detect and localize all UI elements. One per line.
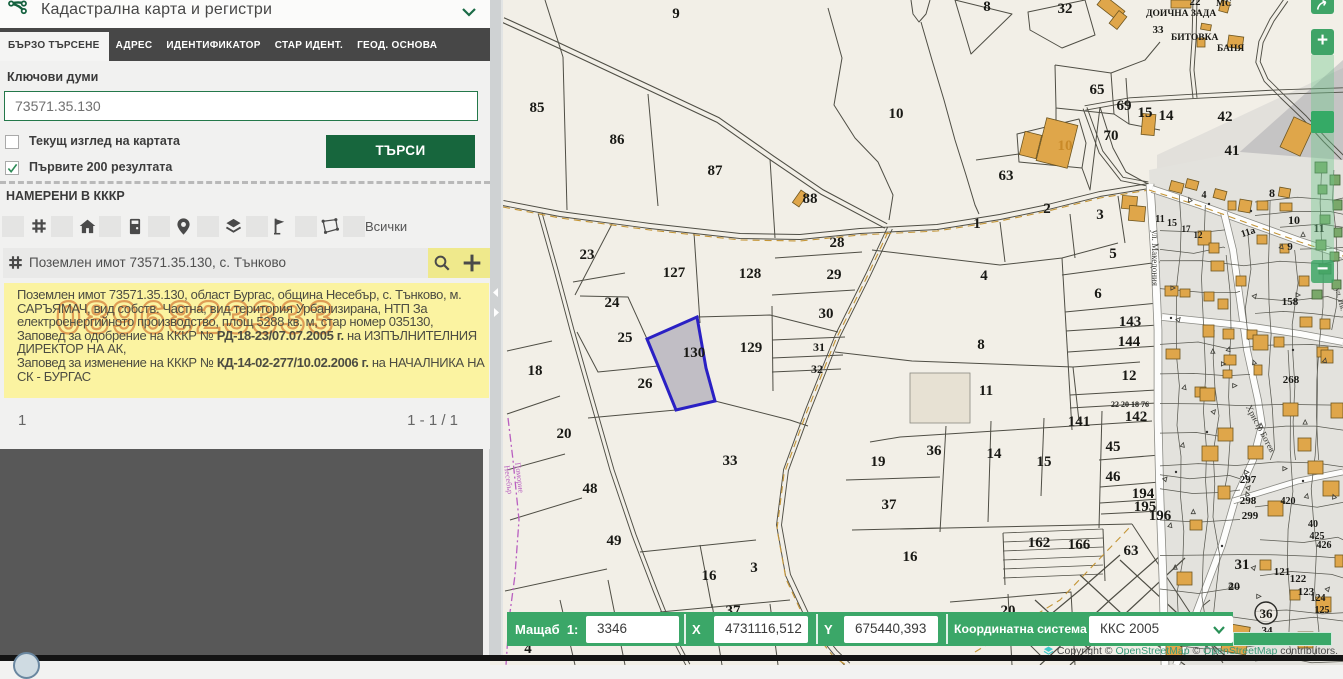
svg-text:297: 297	[1240, 474, 1257, 486]
svg-text:36: 36	[927, 443, 943, 459]
svg-text:11: 11	[979, 383, 993, 399]
svg-text:8: 8	[1269, 186, 1275, 200]
svg-text:14: 14	[1159, 108, 1175, 124]
svg-text:69: 69	[1117, 98, 1132, 114]
svg-text:70: 70	[1104, 128, 1119, 144]
svg-text:32: 32	[811, 362, 823, 376]
svg-text:33: 33	[723, 453, 738, 469]
svg-text:87: 87	[708, 163, 724, 179]
svg-text:4: 4	[1202, 190, 1207, 201]
svg-text:144: 144	[1118, 334, 1141, 350]
svg-text:45: 45	[1106, 439, 1121, 455]
svg-text:143: 143	[1119, 314, 1142, 330]
svg-text:24: 24	[605, 295, 621, 311]
svg-text:ДОИЧНА ЗАДА: ДОИЧНА ЗАДА	[1146, 9, 1216, 19]
svg-text:122: 122	[1290, 573, 1307, 585]
svg-text:17: 17	[1182, 224, 1192, 234]
svg-text:121: 121	[1274, 566, 1291, 578]
svg-text:268: 268	[1283, 374, 1300, 386]
svg-text:4: 4	[980, 268, 988, 284]
svg-text:6: 6	[1094, 286, 1102, 302]
svg-text:142: 142	[1125, 409, 1148, 425]
svg-text:10: 10	[1288, 213, 1300, 227]
svg-text:127: 127	[663, 265, 686, 281]
svg-text:23: 23	[580, 247, 595, 263]
svg-text:1: 1	[973, 216, 981, 232]
svg-text:20: 20	[1228, 579, 1240, 593]
svg-text:158: 158	[1282, 296, 1299, 308]
svg-text:БАНЯ: БАНЯ	[1217, 44, 1244, 54]
svg-text:11: 11	[1155, 214, 1164, 225]
svg-text:БИТОВКА: БИТОВКА	[1171, 33, 1218, 43]
svg-text:46: 46	[1106, 469, 1122, 485]
svg-text:26: 26	[638, 376, 654, 392]
svg-text:426: 426	[1317, 540, 1332, 551]
svg-text:40: 40	[1308, 519, 1318, 530]
svg-text:42: 42	[1218, 109, 1233, 125]
svg-text:3: 3	[1096, 207, 1104, 223]
svg-text:129: 129	[740, 340, 763, 356]
svg-text:3: 3	[750, 560, 758, 576]
svg-text:15: 15	[1138, 105, 1153, 121]
svg-text:299: 299	[1242, 510, 1259, 522]
svg-text:22 20 18 76: 22 20 18 76	[1111, 400, 1149, 409]
svg-text:12: 12	[1122, 368, 1137, 384]
svg-text:31: 31	[1235, 557, 1250, 573]
svg-text:141: 141	[1068, 414, 1091, 430]
svg-text:10: 10	[1058, 138, 1073, 154]
svg-text:162: 162	[1028, 535, 1051, 551]
svg-text:86: 86	[610, 132, 626, 148]
svg-text:124: 124	[1311, 593, 1326, 604]
svg-text:420: 420	[1281, 496, 1296, 507]
svg-text:29: 29	[827, 267, 842, 283]
svg-text:166: 166	[1068, 537, 1091, 553]
svg-text:8: 8	[983, 0, 991, 15]
svg-text:30: 30	[819, 306, 834, 322]
svg-text:10: 10	[889, 106, 904, 122]
svg-text:63: 63	[999, 168, 1014, 184]
svg-text:49: 49	[607, 533, 622, 549]
svg-text:16: 16	[702, 568, 718, 584]
svg-text:14: 14	[987, 446, 1003, 462]
svg-text:130: 130	[683, 345, 706, 361]
svg-text:88: 88	[803, 191, 818, 207]
svg-text:5: 5	[1109, 246, 1117, 262]
svg-text:65: 65	[1090, 82, 1105, 98]
svg-text:16: 16	[903, 549, 919, 565]
svg-text:12: 12	[1194, 230, 1204, 240]
svg-text:ул. Македония: ул. Македония	[1150, 230, 1160, 286]
svg-text:2: 2	[1043, 201, 1051, 217]
svg-text:28: 28	[830, 235, 845, 251]
svg-text:128: 128	[739, 266, 762, 282]
svg-text:48: 48	[583, 481, 598, 497]
svg-text:37: 37	[882, 497, 898, 513]
svg-text:41: 41	[1225, 143, 1240, 159]
svg-text:22: 22	[1190, 0, 1202, 8]
svg-text:15: 15	[1167, 218, 1177, 229]
svg-text:18: 18	[528, 363, 543, 379]
svg-text:36: 36	[1260, 606, 1274, 621]
svg-text:31: 31	[813, 340, 825, 354]
svg-text:9: 9	[672, 6, 680, 22]
svg-text:125: 125	[1315, 605, 1330, 616]
svg-text:33: 33	[1153, 24, 1165, 36]
svg-text:85: 85	[530, 100, 545, 116]
svg-text:9: 9	[1287, 241, 1293, 253]
svg-text:63: 63	[1124, 543, 1139, 559]
svg-text:20: 20	[557, 426, 572, 442]
svg-text:8: 8	[977, 337, 985, 353]
svg-text:25: 25	[618, 330, 633, 346]
svg-text:32: 32	[1058, 1, 1073, 17]
svg-text:19: 19	[871, 454, 886, 470]
svg-text:196: 196	[1149, 508, 1172, 524]
svg-text:298: 298	[1240, 495, 1257, 507]
svg-text:МС: МС	[1216, 0, 1232, 9]
svg-text:15: 15	[1037, 454, 1052, 470]
